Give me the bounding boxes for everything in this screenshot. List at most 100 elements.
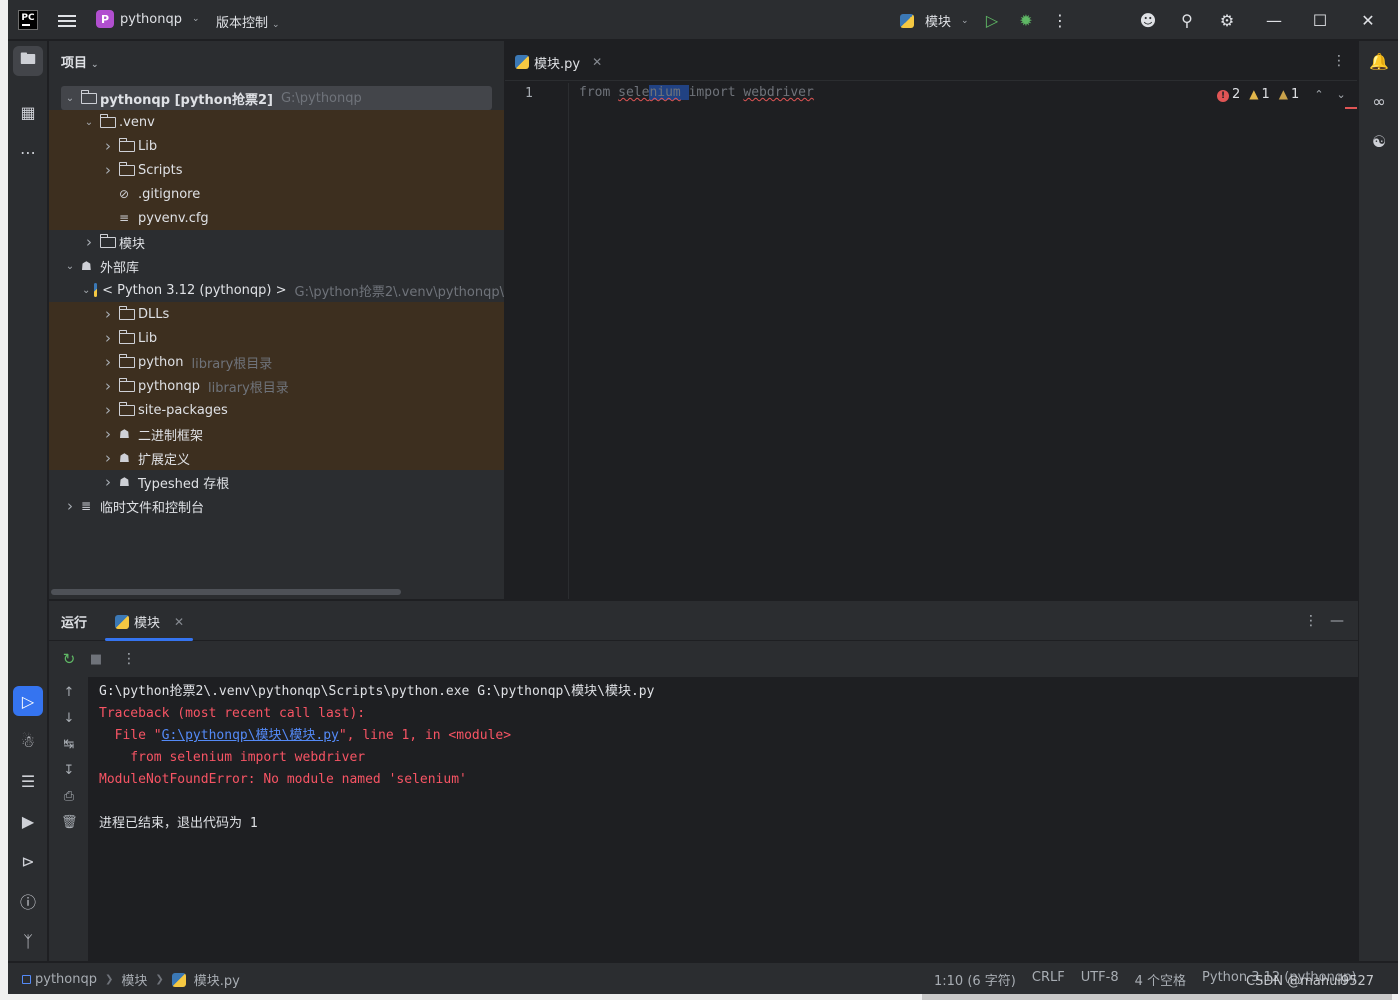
project-panel-title[interactable]: 项目 ⌄: [61, 52, 99, 71]
maximize-icon[interactable]: ☐: [1310, 10, 1330, 30]
tree-item[interactable]: › DLLs: [49, 302, 504, 326]
tree-item-hint: library根目录: [191, 356, 273, 372]
tree-item[interactable]: › pythonqp library根目录: [49, 374, 504, 398]
chevron-right-icon[interactable]: ›: [101, 425, 115, 443]
more-tools-icon[interactable]: ⋯: [13, 137, 43, 167]
problems-icon[interactable]: ⓘ: [13, 886, 43, 916]
tab-more-icon[interactable]: ⋮: [1329, 51, 1349, 71]
crumb-project[interactable]: pythonqp: [35, 972, 97, 987]
error-stripe-marker[interactable]: [1345, 107, 1357, 109]
structure-icon[interactable]: ▦: [13, 97, 43, 127]
tree-item[interactable]: › Scripts: [49, 158, 504, 182]
debug-icon[interactable]: ✹: [1016, 10, 1036, 30]
caret-position[interactable]: 1:10 (6 字符): [934, 970, 1016, 989]
chevron-right-icon[interactable]: ›: [101, 473, 115, 491]
search-icon[interactable]: ⚲: [1177, 10, 1197, 30]
layers-icon[interactable]: ☰: [13, 766, 43, 796]
tree-item[interactable]: ⌄ pythonqp [python抢票2] G:\pythonqp: [61, 86, 492, 110]
chevron-right-icon[interactable]: ›: [101, 161, 115, 179]
next-highlight-icon[interactable]: ⌄: [1337, 88, 1346, 101]
chevron-right-icon[interactable]: ›: [101, 137, 115, 155]
tree-item[interactable]: ⌄ .venv: [49, 110, 504, 134]
indent-setting[interactable]: 4 个空格: [1135, 970, 1186, 989]
more-actions-icon[interactable]: ⋮: [119, 649, 139, 669]
more-icon[interactable]: ⋮: [1050, 10, 1070, 30]
chevron-right-icon[interactable]: ›: [101, 305, 115, 323]
tree-item[interactable]: ⌄ < Python 3.12 (pythonqp) > G:\python抢票2\…: [49, 278, 504, 302]
chevron-right-icon[interactable]: ›: [63, 497, 77, 515]
chevron-right-icon[interactable]: ›: [101, 329, 115, 347]
outer-scrollbar[interactable]: [922, 994, 1392, 1000]
main-menu-icon[interactable]: [58, 12, 76, 28]
chevron-right-icon[interactable]: ›: [101, 449, 115, 467]
horizontal-scrollbar[interactable]: [51, 589, 401, 595]
close-tab-icon[interactable]: ✕: [592, 55, 602, 69]
line-separator[interactable]: CRLF: [1032, 970, 1065, 989]
tree-item[interactable]: ≡ pyvenv.cfg: [49, 206, 504, 230]
crumb-folder[interactable]: 模块: [121, 970, 147, 989]
inspection-widget[interactable]: ! 2 ▲ 1 ▲ 1 ⌃ ⌄: [1217, 87, 1346, 102]
hide-panel-icon[interactable]: —: [1327, 611, 1347, 631]
services-icon[interactable]: ▶: [13, 806, 43, 836]
project-switcher[interactable]: P pythonqp ⌄: [96, 10, 200, 28]
chevron-down-icon[interactable]: ⌄: [63, 93, 77, 104]
tree-item[interactable]: › python library根目录: [49, 350, 504, 374]
scroll-up-icon[interactable]: ↑: [61, 685, 77, 700]
project-tool-folder-icon[interactable]: 🖿: [13, 46, 43, 76]
run-config-selector[interactable]: 模块 ⌄: [900, 11, 969, 30]
database-icon[interactable]: ☯: [1364, 126, 1394, 156]
chevron-down-icon[interactable]: ⌄: [63, 261, 77, 272]
run-icon[interactable]: ▷: [982, 10, 1002, 30]
chevron-down-icon[interactable]: ⌄: [82, 285, 90, 296]
chevron-down-icon[interactable]: ⌄: [82, 117, 96, 128]
console-output[interactable]: G:\python抢票2\.venv\pythonqp\Scripts\pyth…: [88, 677, 1358, 962]
project-name: pythonqp: [120, 11, 182, 27]
terminal-icon[interactable]: ⊳: [13, 846, 43, 876]
editor-tab[interactable]: 模块.py ✕: [515, 51, 602, 73]
run-tool-icon[interactable]: ▷: [13, 686, 43, 716]
tree-item[interactable]: › ☗ 二进制框架: [49, 422, 504, 446]
chevron-right-icon[interactable]: ›: [101, 353, 115, 371]
clear-all-trash-icon[interactable]: 🗑: [61, 815, 78, 830]
close-run-tab-icon[interactable]: ✕: [174, 615, 184, 629]
print-icon[interactable]: ⎙: [61, 789, 77, 804]
tree-item[interactable]: › ☗ Typeshed 存根: [49, 470, 504, 494]
ai-assistant-icon[interactable]: ∞: [1364, 86, 1394, 116]
minimize-icon[interactable]: —: [1264, 10, 1284, 30]
notifications-bell-icon[interactable]: 🔔: [1364, 46, 1394, 76]
rerun-icon[interactable]: ↻: [59, 649, 79, 669]
tree-item[interactable]: › site-packages: [49, 398, 504, 422]
run-tab[interactable]: 模块 ✕: [115, 612, 184, 631]
tree-item[interactable]: ⌄ ☗ 外部库: [49, 254, 504, 278]
line-number: 1: [525, 86, 533, 101]
tree-item[interactable]: › 模块: [49, 230, 504, 254]
soft-wrap-icon[interactable]: ↹: [61, 737, 77, 752]
tree-item[interactable]: › Lib: [49, 134, 504, 158]
tree-item[interactable]: › ☗ 扩展定义: [49, 446, 504, 470]
chevron-right-icon[interactable]: ›: [101, 401, 115, 419]
file-encoding[interactable]: UTF-8: [1081, 970, 1119, 989]
code-line[interactable]: from selenium import webdriver: [579, 85, 814, 100]
chevron-right-icon[interactable]: ›: [82, 233, 96, 251]
tree-item-hint: G:\pythonqp: [280, 90, 362, 106]
crumb-file[interactable]: 模块.py: [194, 970, 240, 989]
tree-item-label: 二进制框架: [138, 428, 204, 444]
stop-icon[interactable]: ■: [86, 649, 106, 669]
scroll-down-icon[interactable]: ↓: [61, 711, 77, 726]
settings-gear-icon[interactable]: ⚙: [1217, 10, 1237, 30]
keyword-import: import: [688, 85, 736, 100]
tree-item[interactable]: › Lib: [49, 326, 504, 350]
scroll-to-end-icon[interactable]: ↧: [61, 763, 77, 778]
file-link[interactable]: G:\pythonqp\模块\模块.py: [162, 728, 339, 743]
run-options-icon[interactable]: ⋮: [1301, 611, 1321, 631]
chevron-right-icon[interactable]: ›: [101, 377, 115, 395]
add-user-icon[interactable]: ☻: [1138, 10, 1158, 30]
previous-highlight-icon[interactable]: ⌃: [1314, 88, 1323, 101]
git-icon[interactable]: ᛉ: [13, 926, 43, 956]
tree-item[interactable]: ⊘ .gitignore: [49, 182, 504, 206]
python-console-icon[interactable]: ☃: [13, 726, 43, 756]
vcs-menu[interactable]: 版本控制 ⌄: [216, 12, 280, 31]
python-icon: [900, 13, 914, 28]
close-window-icon[interactable]: ✕: [1358, 10, 1378, 30]
tree-item[interactable]: › ≣ 临时文件和控制台: [49, 494, 504, 518]
